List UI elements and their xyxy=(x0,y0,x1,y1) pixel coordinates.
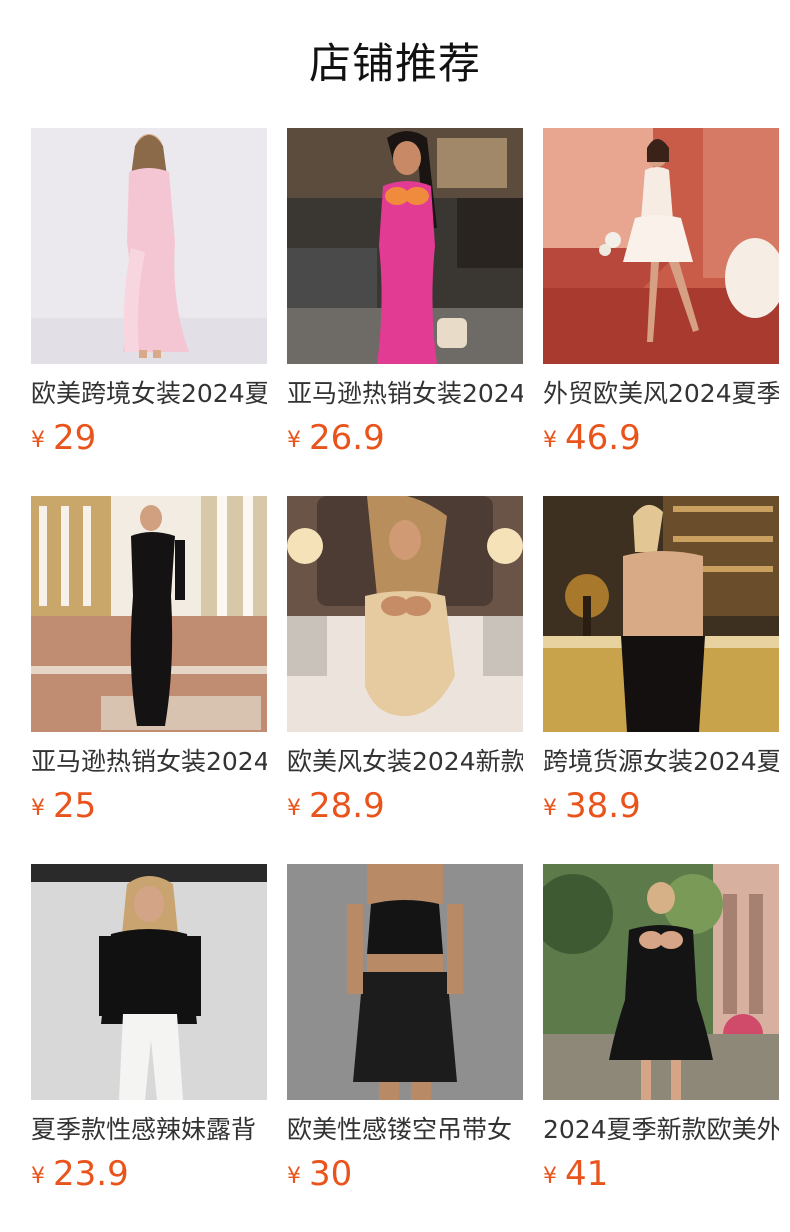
product-card[interactable]: 夏季款性感辣妹露背 ¥23.9 xyxy=(31,864,267,1232)
currency-symbol: ¥ xyxy=(543,796,557,821)
price-value: 28.9 xyxy=(309,786,385,826)
product-card[interactable]: 亚马逊热销女装2024 ¥26.9 xyxy=(287,128,523,496)
product-price: ¥25 xyxy=(31,787,267,831)
product-title[interactable]: 亚马逊热销女装2024 xyxy=(287,377,523,411)
product-price: ¥46.9 xyxy=(543,419,779,463)
product-price: ¥23.9 xyxy=(31,1155,267,1199)
price-value: 30 xyxy=(309,1154,353,1194)
product-title[interactable]: 欧美风女装2024新款 xyxy=(287,745,523,779)
product-image[interactable] xyxy=(543,496,779,732)
page-title: 店铺推荐 xyxy=(308,39,481,88)
product-title[interactable]: 夏季款性感辣妹露背 xyxy=(31,1113,267,1147)
product-title[interactable]: 欧美跨境女装2024夏 xyxy=(31,377,267,411)
product-title[interactable]: 外贸欧美风2024夏季 xyxy=(543,377,779,411)
product-image[interactable] xyxy=(31,864,267,1100)
product-image[interactable] xyxy=(287,864,523,1100)
product-grid: 欧美跨境女装2024夏 ¥29 亚马逊热销女装2024 ¥26.9 外贸欧美风2… xyxy=(31,128,779,1232)
product-image[interactable] xyxy=(287,496,523,732)
product-card[interactable]: 欧美风女装2024新款 ¥28.9 xyxy=(287,496,523,864)
price-value: 23.9 xyxy=(53,1154,129,1194)
price-value: 46.9 xyxy=(565,418,641,458)
currency-symbol: ¥ xyxy=(287,796,301,821)
currency-symbol: ¥ xyxy=(31,796,45,821)
product-image[interactable] xyxy=(543,128,779,364)
product-image[interactable] xyxy=(543,864,779,1100)
product-title[interactable]: 跨境货源女装2024夏 xyxy=(543,745,779,779)
currency-symbol: ¥ xyxy=(543,1164,557,1189)
product-image[interactable] xyxy=(287,128,523,364)
product-card[interactable]: 欧美性感镂空吊带女 ¥30 xyxy=(287,864,523,1232)
currency-symbol: ¥ xyxy=(31,428,45,453)
product-price: ¥38.9 xyxy=(543,787,779,831)
product-card[interactable]: 欧美跨境女装2024夏 ¥29 xyxy=(31,128,267,496)
currency-symbol: ¥ xyxy=(287,428,301,453)
product-price: ¥41 xyxy=(543,1155,779,1199)
price-value: 25 xyxy=(53,786,97,826)
price-value: 29 xyxy=(53,418,97,458)
product-title[interactable]: 欧美性感镂空吊带女 xyxy=(287,1113,523,1147)
product-price: ¥29 xyxy=(31,419,267,463)
price-value: 38.9 xyxy=(565,786,641,826)
product-title[interactable]: 亚马逊热销女装2024 xyxy=(31,745,267,779)
product-card[interactable]: 亚马逊热销女装2024 ¥25 xyxy=(31,496,267,864)
product-card[interactable]: 跨境货源女装2024夏 ¥38.9 xyxy=(543,496,779,864)
product-price: ¥30 xyxy=(287,1155,523,1199)
product-card[interactable]: 外贸欧美风2024夏季 ¥46.9 xyxy=(543,128,779,496)
product-price: ¥26.9 xyxy=(287,419,523,463)
price-value: 41 xyxy=(565,1154,609,1194)
product-title[interactable]: 2024夏季新款欧美外 xyxy=(543,1113,779,1147)
product-image[interactable] xyxy=(31,496,267,732)
product-image[interactable] xyxy=(31,128,267,364)
currency-symbol: ¥ xyxy=(287,1164,301,1189)
price-value: 26.9 xyxy=(309,418,385,458)
product-price: ¥28.9 xyxy=(287,787,523,831)
product-card[interactable]: 2024夏季新款欧美外 ¥41 xyxy=(543,864,779,1232)
currency-symbol: ¥ xyxy=(543,428,557,453)
currency-symbol: ¥ xyxy=(31,1164,45,1189)
